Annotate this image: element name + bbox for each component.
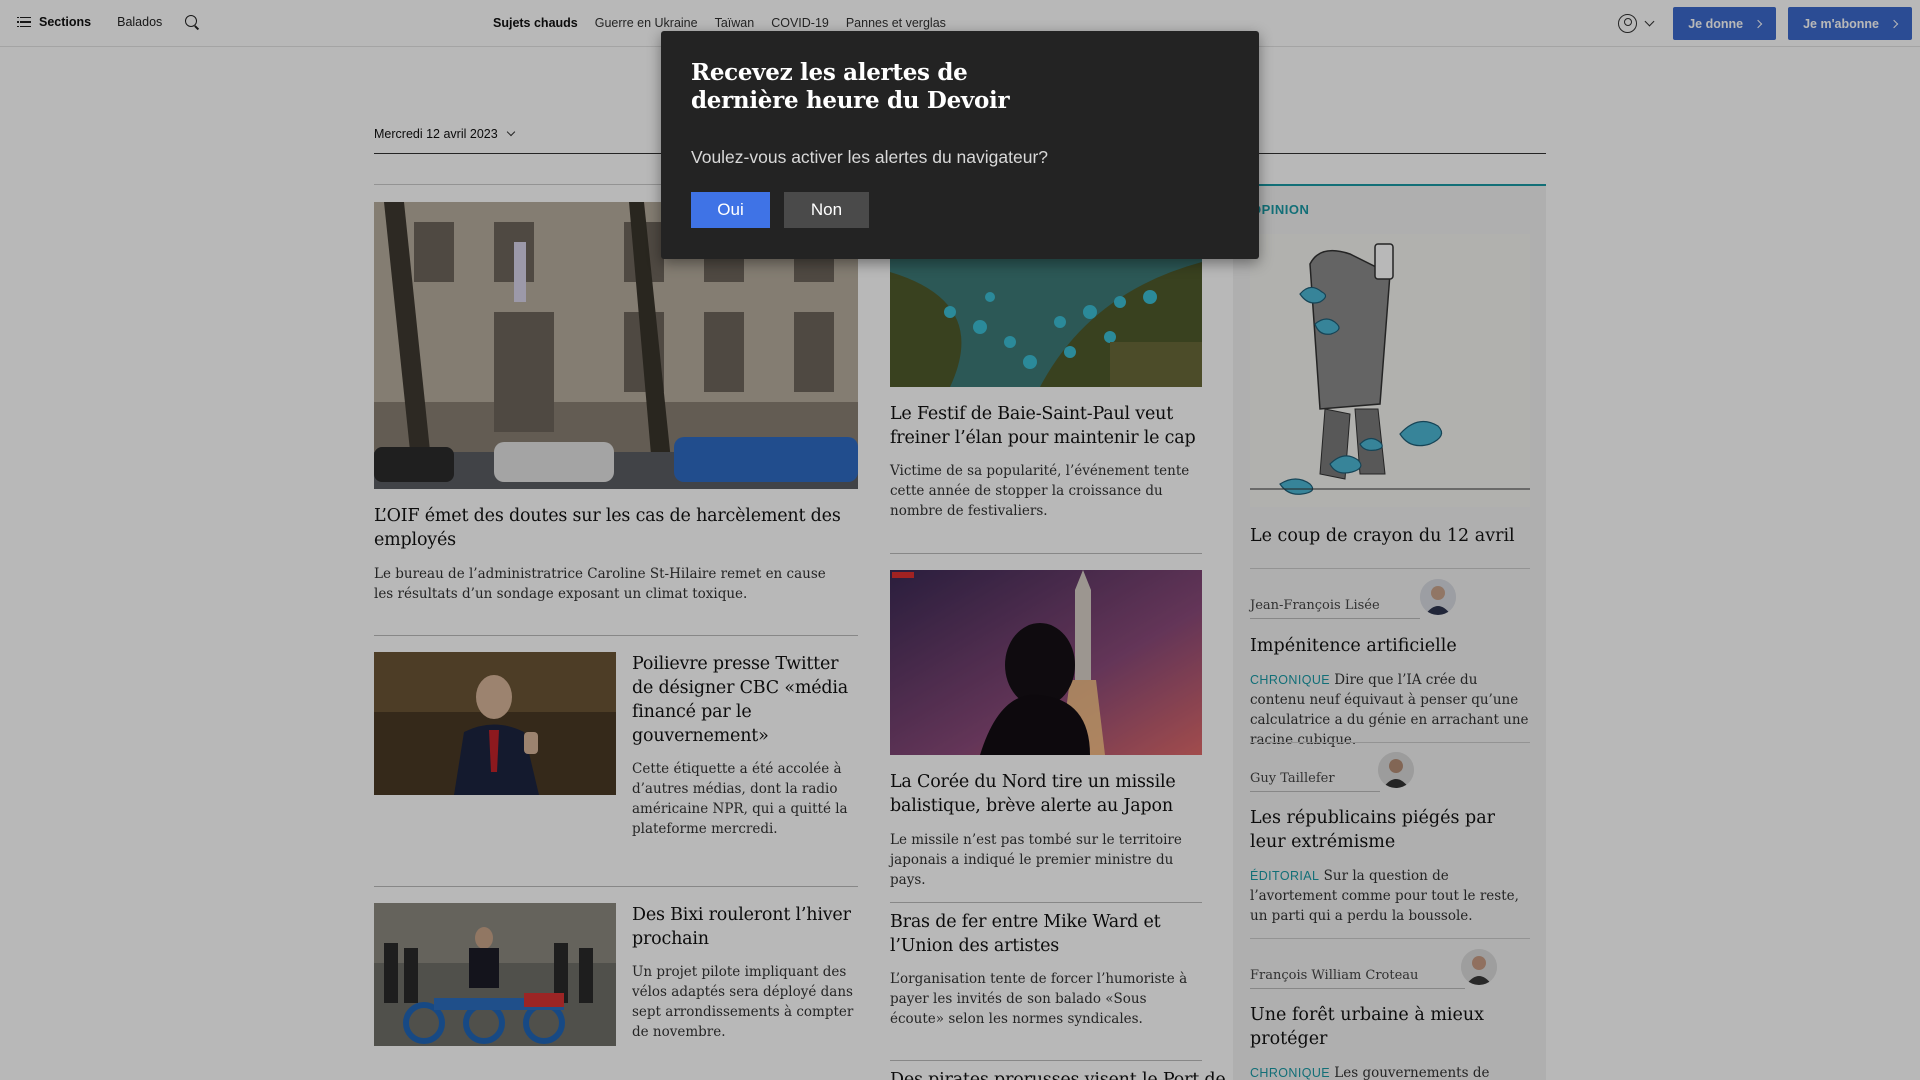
dialog-title: Recevez les alertes de dernière heure du… — [691, 59, 1010, 114]
alerts-dialog: Recevez les alertes de dernière heure du… — [661, 31, 1259, 259]
dialog-question: Voulez-vous activer les alertes du navig… — [691, 147, 1049, 167]
no-button[interactable]: Non — [784, 192, 869, 228]
yes-button[interactable]: Oui — [691, 192, 770, 228]
